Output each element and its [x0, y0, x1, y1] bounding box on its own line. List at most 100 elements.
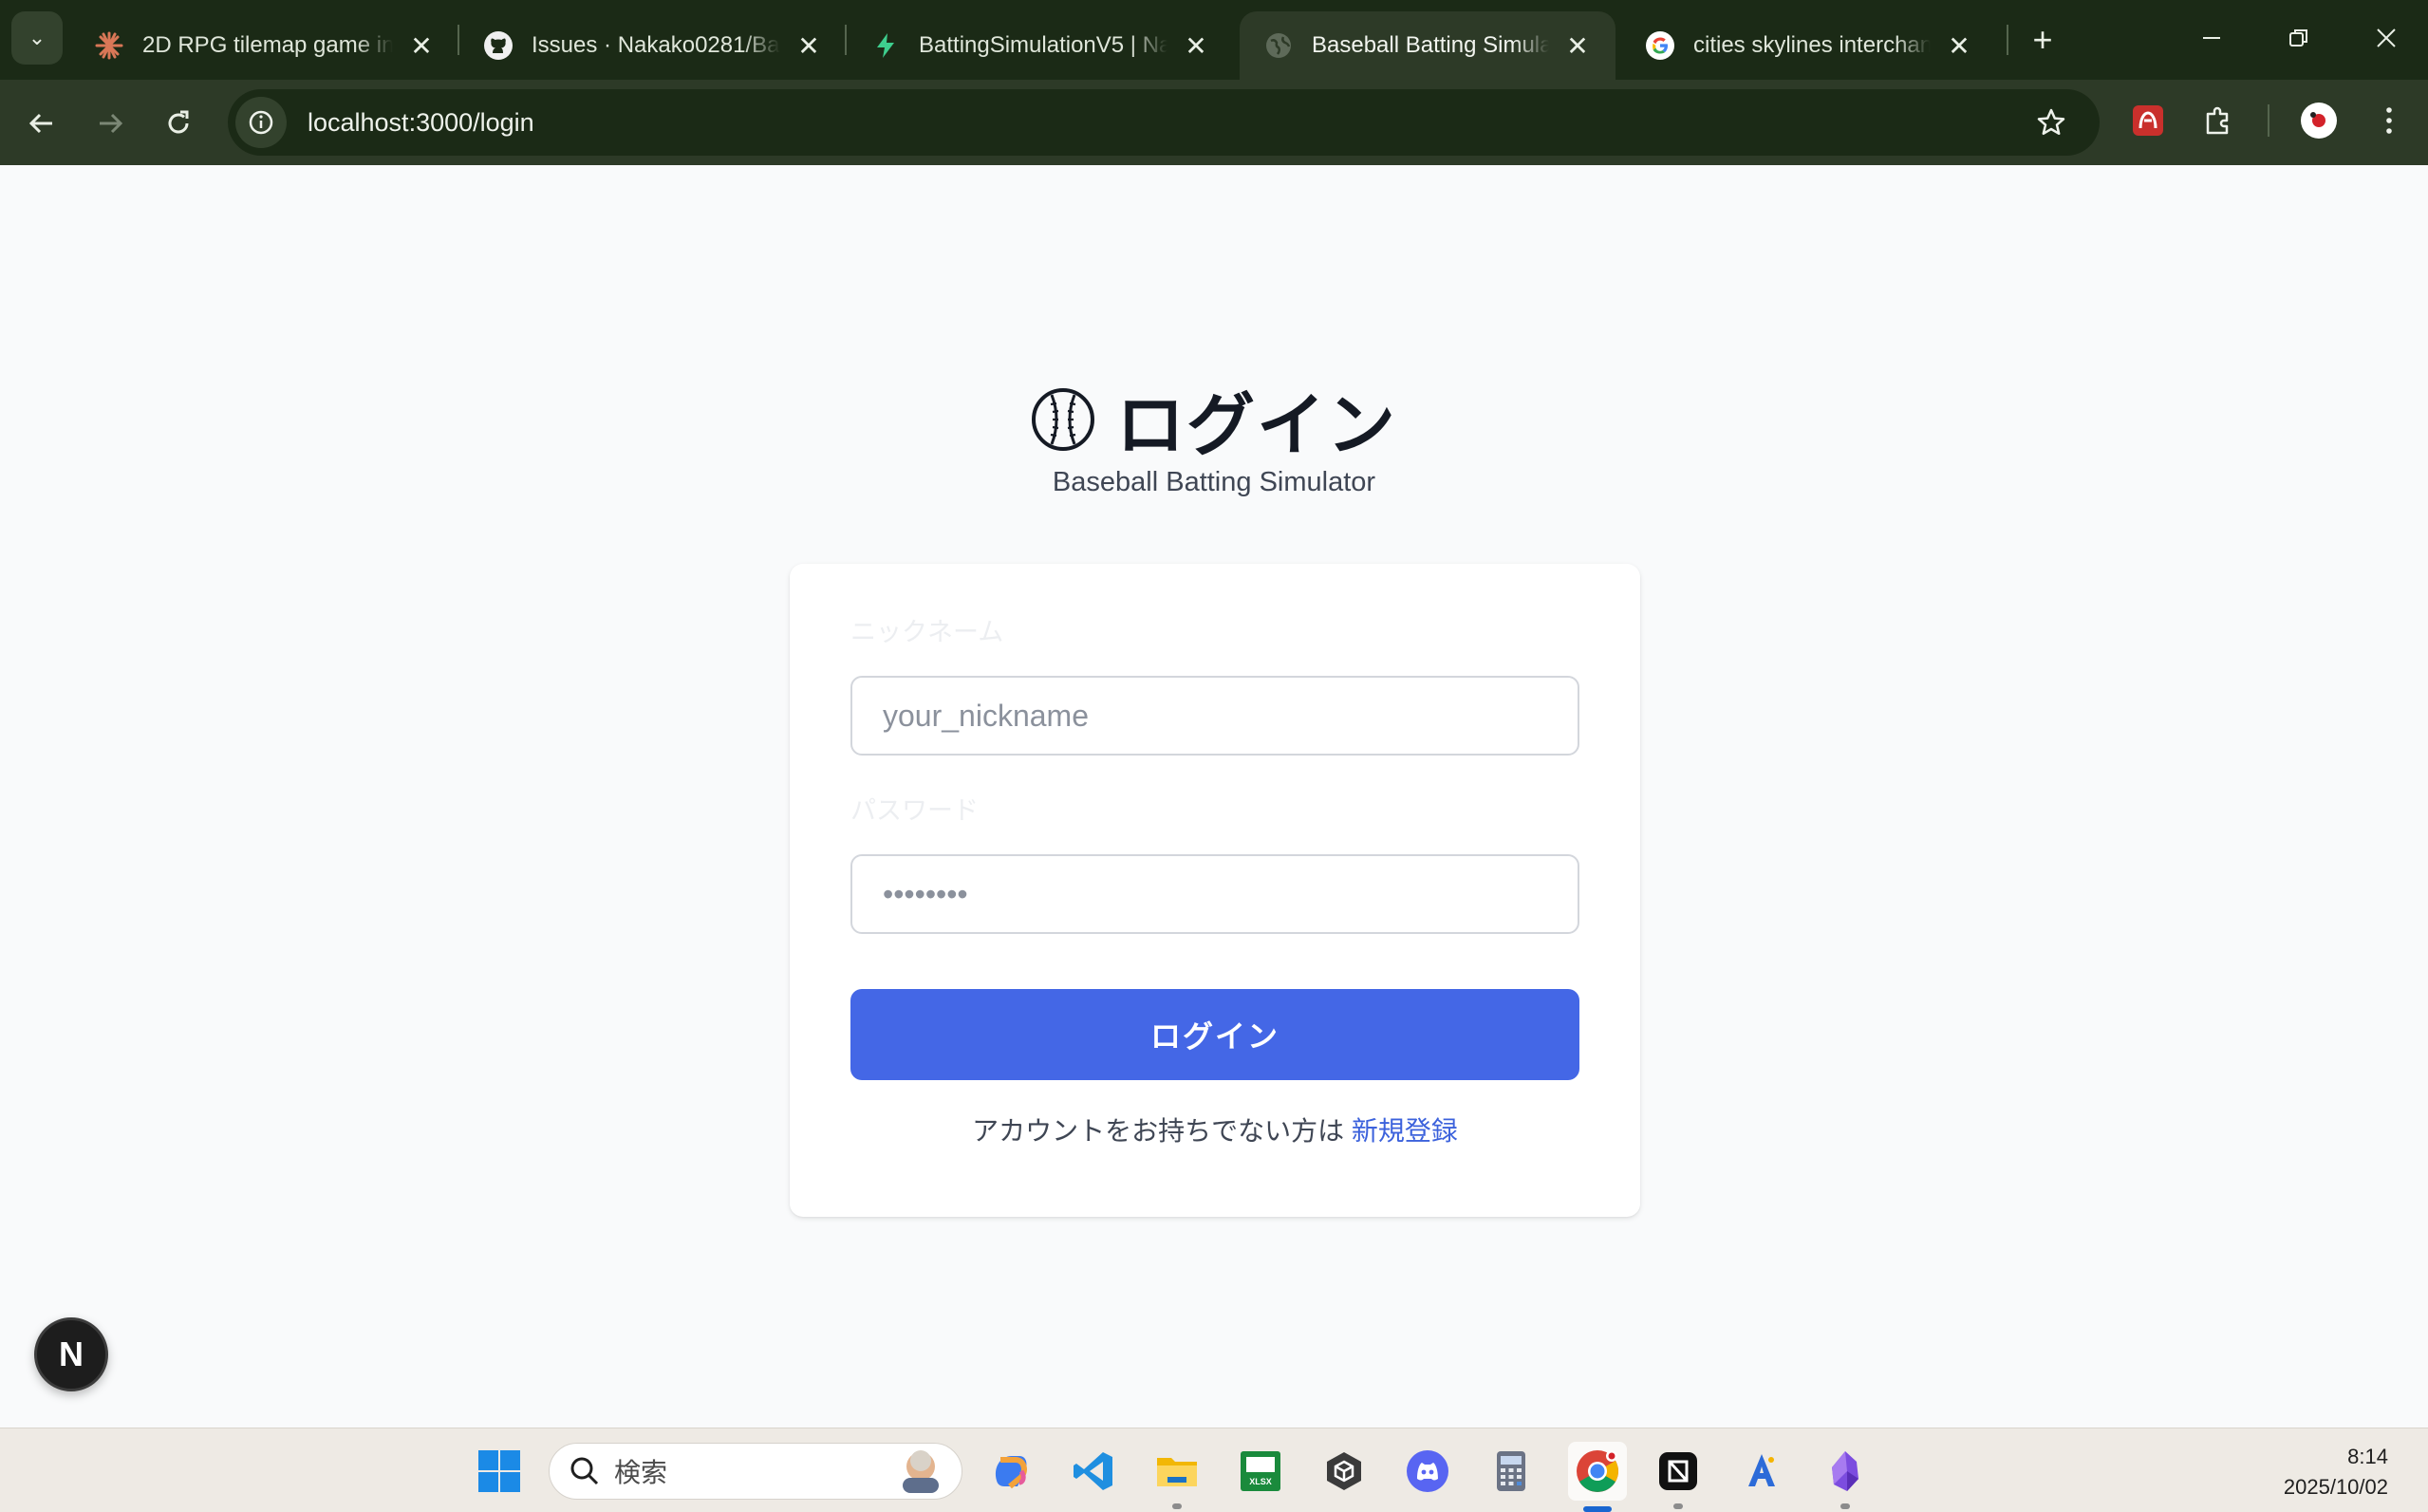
taskbar-discord[interactable] [1401, 1445, 1454, 1498]
font-app-icon [1748, 1454, 1775, 1486]
signup-prompt-text: アカウントをお持ちでない方は [972, 1116, 1345, 1146]
url-text[interactable]: localhost:3000/login [308, 108, 534, 138]
arrow-left-icon [28, 113, 52, 134]
close-icon[interactable]: ✕ [794, 30, 824, 61]
unity-icon [1327, 1452, 1361, 1490]
arrow-right-icon [100, 113, 123, 134]
signup-prompt-row: アカウントをお持ちでない方は 新規登録 [790, 1111, 1640, 1148]
tab-google-search[interactable]: cities skylines interchang ✕ [1621, 11, 1997, 80]
forward-button[interactable] [87, 101, 133, 146]
taskbar-calculator[interactable] [1485, 1445, 1538, 1498]
search-highlight-icon [893, 1446, 948, 1498]
extension-app-button[interactable] [2126, 99, 2170, 142]
password-label: パスワード [850, 796, 979, 825]
new-tab-button[interactable]: + [2022, 19, 2064, 61]
calculator-icon [1497, 1451, 1525, 1491]
plus-icon: + [2032, 20, 2053, 59]
browser-menu-button[interactable] [2367, 99, 2411, 142]
globe-icon [1262, 29, 1295, 62]
search-placeholder: 検索 [614, 1458, 668, 1487]
tab-title: Baseball Batting Simulato [1312, 32, 1549, 58]
windows-taskbar: 検索 XLSX 8:14 2025/10/02 [0, 1428, 2428, 1512]
running-indicator [1840, 1503, 1850, 1509]
login-button[interactable]: ログイン [850, 989, 1579, 1080]
github-icon [482, 29, 514, 62]
taskbar-obsidian[interactable] [1819, 1445, 1872, 1509]
running-indicator [1673, 1503, 1683, 1509]
copilot-icon [995, 1456, 1027, 1489]
chevron-down-icon: ⌄ [28, 26, 47, 49]
nextjs-dev-indicator-button[interactable]: N [34, 1317, 108, 1391]
close-icon[interactable]: ✕ [1562, 30, 1593, 61]
address-bar[interactable]: localhost:3000/login [228, 89, 2100, 156]
running-indicator [1172, 1503, 1182, 1509]
taskbar-vscode[interactable] [1067, 1445, 1120, 1498]
taskbar-file-explorer[interactable] [1150, 1445, 1204, 1509]
toolbar-separator [2268, 104, 2269, 137]
chrome-icon [1577, 1450, 1618, 1492]
tab-title: 2D RPG tilemap game in [142, 32, 393, 58]
tab-title: BattingSimulationV5 | Na [919, 32, 1167, 58]
tab-claude[interactable]: 2D RPG tilemap game in ✕ [70, 11, 459, 80]
tab-separator [2007, 25, 2008, 55]
nextjs-logo-icon: N [59, 1335, 84, 1373]
close-window-button[interactable] [2358, 13, 2415, 63]
start-button[interactable] [473, 1445, 526, 1498]
taskbar-search[interactable]: 検索 [549, 1443, 962, 1500]
obsidian-icon [1832, 1451, 1858, 1491]
reload-button[interactable] [156, 101, 201, 146]
svg-text:XLSX: XLSX [1249, 1477, 1272, 1486]
taskbar-unity-hub[interactable] [1317, 1445, 1371, 1498]
clock-date: 2025/10/02 [2283, 1475, 2388, 1499]
avatar-icon [2301, 103, 2337, 139]
profile-avatar-button[interactable] [2297, 99, 2341, 142]
close-icon[interactable]: ✕ [406, 30, 437, 61]
windows-logo-icon [478, 1450, 520, 1492]
site-info-button[interactable] [235, 97, 287, 148]
nickname-label: ニックネーム [850, 618, 1004, 646]
page-content: ログイン Baseball Batting Simulator ニックネーム パ… [0, 165, 2428, 1428]
taskbar-terminal-app[interactable] [1652, 1445, 1705, 1509]
restore-button[interactable] [2270, 13, 2327, 63]
info-icon [249, 110, 273, 135]
vscode-icon [1074, 1452, 1112, 1490]
browser-tab-strip: ⌄ 2D RPG tilemap game in ✕ Issues · Naka… [0, 0, 2428, 80]
taskbar-chrome[interactable] [1568, 1442, 1627, 1512]
page-heading: ログイン [0, 369, 2428, 469]
taskbar-font-app[interactable] [1735, 1445, 1788, 1498]
extensions-button[interactable] [2196, 99, 2240, 142]
nickname-input[interactable] [850, 676, 1579, 756]
tab-batting-simulation-v5[interactable]: BattingSimulationV5 | Na ✕ [847, 11, 1234, 80]
bookmark-star-button[interactable] [2029, 101, 2073, 144]
folder-icon [1157, 1458, 1197, 1486]
clock-time: 8:14 [2347, 1445, 2388, 1468]
google-icon [1644, 29, 1676, 62]
signup-link[interactable]: 新規登録 [1352, 1116, 1458, 1146]
taskbar-copilot[interactable] [983, 1445, 1037, 1498]
close-icon[interactable]: ✕ [1181, 30, 1211, 61]
back-button[interactable] [19, 101, 65, 146]
search-icon [570, 1457, 599, 1485]
password-input[interactable] [850, 854, 1579, 934]
puzzle-icon [2206, 106, 2229, 135]
page-title: ログイン [1115, 388, 1397, 464]
page-subtitle: Baseball Batting Simulator [1052, 467, 1376, 497]
baseball-icon [1031, 387, 1094, 451]
star-icon [2037, 108, 2065, 136]
tab-github-issues[interactable]: Issues · Nakako0281/Batt ✕ [459, 11, 847, 80]
close-icon[interactable]: ✕ [1944, 30, 1974, 61]
minimize-button[interactable] [2183, 13, 2240, 63]
reload-icon [168, 110, 189, 134]
system-clock[interactable]: 8:14 2025/10/02 [2284, 1442, 2388, 1503]
tab-title: cities skylines interchang [1693, 32, 1931, 58]
running-indicator [1583, 1506, 1612, 1512]
tab-title: Issues · Nakako0281/Batt [532, 32, 780, 58]
bolt-icon [869, 29, 902, 62]
xlsx-icon: XLSX [1241, 1451, 1280, 1491]
taskbar-spreadsheet-app[interactable]: XLSX [1234, 1445, 1287, 1498]
more-vert-icon [2386, 107, 2392, 134]
tab-search-button[interactable]: ⌄ [11, 11, 63, 65]
tab-baseball-batting-simulator[interactable]: Baseball Batting Simulato ✕ [1240, 11, 1616, 80]
claude-icon [93, 29, 125, 62]
browser-toolbar: localhost:3000/login [0, 80, 2428, 165]
